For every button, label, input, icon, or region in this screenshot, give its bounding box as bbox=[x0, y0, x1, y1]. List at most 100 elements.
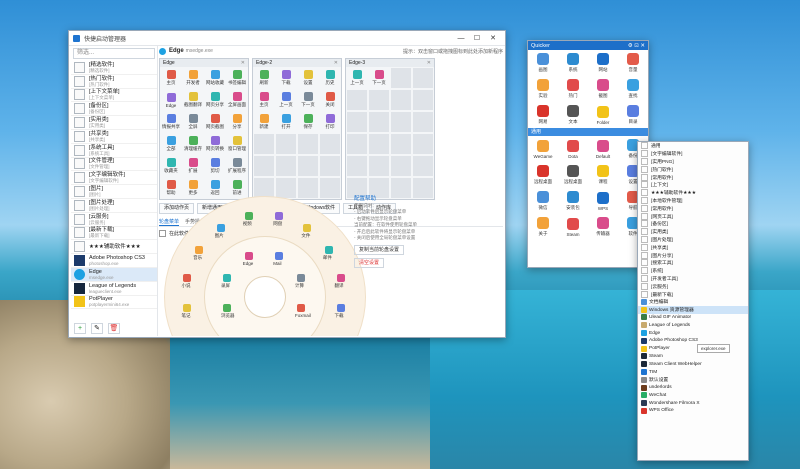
quicker-action[interactable]: 关于 bbox=[528, 214, 558, 240]
action-cell[interactable] bbox=[390, 133, 412, 155]
quicker-action[interactable]: 远程桌面 bbox=[528, 162, 558, 188]
menu-item[interactable]: WPS Office bbox=[638, 407, 748, 415]
menu-item[interactable]: 通用 bbox=[638, 142, 748, 150]
wheel-item-icon[interactable] bbox=[183, 273, 192, 282]
wheel-item-icon[interactable] bbox=[275, 252, 284, 261]
panel-header[interactable]: Edge-2 ✕ bbox=[253, 59, 341, 67]
action-cell[interactable] bbox=[346, 133, 368, 155]
action-cell[interactable]: 刷新 bbox=[253, 67, 275, 89]
program-item[interactable]: [文字编辑软件] [文字编辑软件] bbox=[71, 171, 157, 186]
menu-item[interactable]: WeChat bbox=[638, 392, 748, 400]
menu-item[interactable]: [图片处理] bbox=[638, 235, 748, 244]
wheel-item-icon[interactable] bbox=[336, 304, 345, 313]
wheel-item-icon[interactable] bbox=[303, 224, 312, 233]
wheel-item-icon[interactable] bbox=[244, 212, 253, 221]
menu-item[interactable]: Wondershare Filmora X bbox=[638, 399, 748, 407]
menu-item[interactable]: [实用类] bbox=[638, 228, 748, 236]
action-cell[interactable] bbox=[297, 155, 319, 177]
wheel-item-icon[interactable] bbox=[296, 304, 305, 313]
action-cell[interactable] bbox=[253, 155, 275, 177]
action-cell[interactable]: 打开 bbox=[275, 111, 297, 133]
menu-item[interactable]: [本地软件管理] bbox=[638, 196, 748, 205]
menu-item[interactable]: TIM bbox=[638, 368, 748, 376]
menu-item[interactable]: [常用软件] bbox=[638, 204, 748, 212]
action-cell[interactable]: 截图翻译 bbox=[182, 89, 204, 111]
action-cell[interactable] bbox=[253, 133, 275, 155]
action-cell[interactable]: 关闭 bbox=[319, 89, 341, 111]
panel-close-icon[interactable]: ✕ bbox=[427, 60, 431, 66]
menu-item[interactable]: [搜索工具] bbox=[638, 259, 748, 267]
action-cell[interactable] bbox=[319, 155, 341, 177]
add-button[interactable]: + bbox=[74, 323, 86, 334]
quicker-action[interactable]: 文本 bbox=[558, 102, 588, 128]
panel-header[interactable]: Edge ✕ bbox=[160, 59, 248, 67]
action-cell[interactable]: 全屏 bbox=[182, 111, 204, 133]
menu-item[interactable]: 文档编辑 bbox=[638, 298, 748, 306]
action-cell[interactable] bbox=[368, 155, 390, 177]
quicker-action[interactable]: 系统 bbox=[558, 50, 588, 76]
action-cell[interactable] bbox=[390, 111, 412, 133]
close-button[interactable]: ✕ bbox=[485, 34, 501, 42]
action-cell[interactable]: 开发者 bbox=[182, 67, 204, 89]
maximize-button[interactable]: ☐ bbox=[469, 34, 485, 42]
action-cell[interactable]: 网页分享 bbox=[204, 89, 226, 111]
action-cell[interactable] bbox=[346, 89, 368, 111]
wheel-item-icon[interactable] bbox=[324, 245, 333, 254]
panel-header[interactable]: Edge-3 ✕ bbox=[346, 59, 434, 67]
delete-button[interactable]: 🗑 bbox=[108, 323, 120, 334]
menu-item[interactable]: [云服务] bbox=[638, 282, 748, 290]
menu-item[interactable]: [共享类] bbox=[638, 243, 748, 251]
quicker-action[interactable]: Folder bbox=[588, 102, 618, 128]
quicker-action[interactable]: 微信 bbox=[528, 188, 558, 214]
menu-item[interactable]: [实用PNG] bbox=[638, 157, 748, 166]
action-cell[interactable]: 下一页 bbox=[368, 67, 390, 89]
action-cell[interactable]: 网页转换 bbox=[204, 133, 226, 155]
panel-close-icon[interactable]: ✕ bbox=[334, 60, 338, 66]
menu-item[interactable]: [开发者工具] bbox=[638, 274, 748, 283]
menu-item[interactable]: [上下文] bbox=[638, 181, 748, 189]
program-item[interactable]: ★★★辅助软件★★★ bbox=[71, 240, 157, 255]
action-cell[interactable] bbox=[390, 67, 412, 89]
action-cell[interactable]: 全部 bbox=[160, 133, 182, 155]
panel-close-icon[interactable]: ✕ bbox=[241, 60, 245, 66]
quicker-action[interactable]: 网站 bbox=[588, 50, 618, 76]
program-item[interactable]: Adobe Photoshop CS3 photoshop.exe bbox=[71, 254, 157, 268]
menu-item[interactable]: Steam bbox=[638, 353, 748, 361]
quicker-titlebar[interactable]: Quicker ⚙ ⊡ ✕ bbox=[528, 41, 648, 50]
wheel-item-icon[interactable] bbox=[223, 273, 232, 282]
action-cell[interactable] bbox=[412, 89, 434, 111]
action-cell[interactable] bbox=[275, 155, 297, 177]
menu-item[interactable]: [网页工具] bbox=[638, 212, 748, 220]
wheel-item-icon[interactable] bbox=[216, 224, 225, 233]
clear-settings-button[interactable]: 清空设置 bbox=[354, 257, 385, 268]
action-cell[interactable] bbox=[412, 155, 434, 177]
wheel-item-icon[interactable] bbox=[223, 304, 232, 313]
action-cell[interactable]: 分享 bbox=[226, 111, 248, 133]
action-cell[interactable]: 情报共享 bbox=[160, 111, 182, 133]
search-input[interactable]: 筛选... bbox=[73, 48, 155, 59]
program-item[interactable]: [实用类] [实用类] bbox=[71, 116, 157, 130]
action-cell[interactable] bbox=[297, 133, 319, 155]
wheel-item-icon[interactable] bbox=[336, 273, 345, 282]
quicker-action[interactable]: Steam bbox=[558, 214, 588, 240]
action-cell[interactable]: 扩展 bbox=[182, 155, 204, 177]
program-item[interactable]: [备份区] [备份区] bbox=[71, 102, 157, 117]
action-cell[interactable] bbox=[368, 111, 390, 133]
action-cell[interactable] bbox=[412, 67, 434, 89]
program-item[interactable]: [上下文菜单] [上下文菜单] bbox=[71, 89, 157, 103]
quicker-settings-icon[interactable]: ⚙ ⊡ ✕ bbox=[628, 43, 645, 49]
wheel-item-icon[interactable] bbox=[275, 212, 284, 221]
action-cell[interactable]: 主页 bbox=[160, 67, 182, 89]
action-cell[interactable]: 书签编辑 bbox=[226, 67, 248, 89]
quicker-action[interactable]: WPS bbox=[588, 188, 618, 214]
quicker-action[interactable]: 实验 bbox=[528, 76, 558, 102]
action-cell[interactable] bbox=[368, 133, 390, 155]
action-cell[interactable] bbox=[390, 155, 412, 177]
action-cell[interactable]: 上一页 bbox=[346, 67, 368, 89]
quicker-action[interactable]: 音量 bbox=[618, 50, 648, 76]
program-item[interactable]: [共享类] [共享类] bbox=[71, 130, 157, 144]
main-titlebar[interactable]: 快捷启动管理器 — ☐ ✕ bbox=[69, 31, 505, 46]
quicker-action[interactable]: 查找 bbox=[618, 76, 648, 102]
action-cell[interactable]: 下一页 bbox=[297, 89, 319, 111]
program-item[interactable]: [系统工具] [系统工具] bbox=[71, 144, 157, 158]
